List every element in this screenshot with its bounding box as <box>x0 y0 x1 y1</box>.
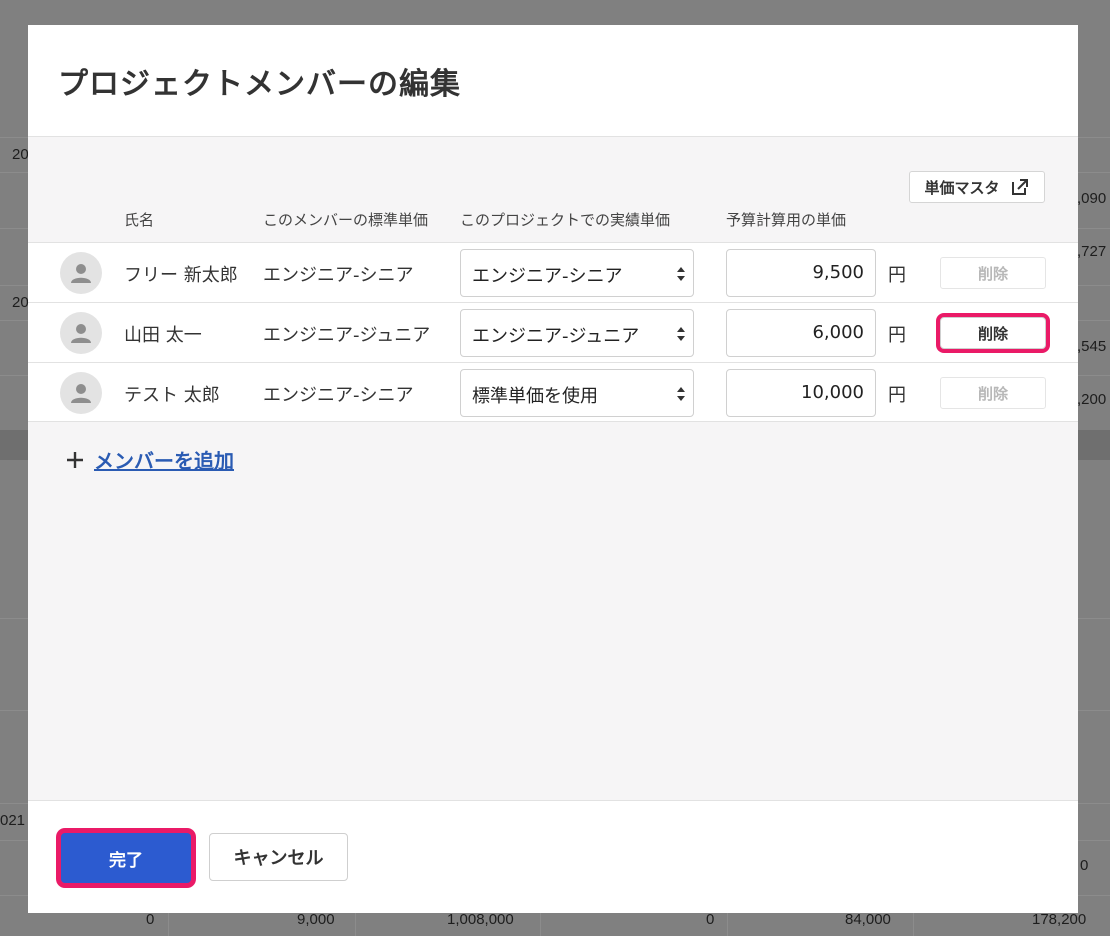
yen-unit: 円 <box>888 325 906 346</box>
sort-arrows-icon <box>677 327 685 341</box>
bg-text: 0 <box>146 911 155 928</box>
bg-text: 0 <box>1080 857 1089 874</box>
done-button[interactable]: 完了 <box>61 833 191 883</box>
add-member-label: メンバーを追加 <box>94 449 234 473</box>
members-table: フリー 新太郎 エンジニア-シニア エンジニア-シニア 9,500 円 削除 山… <box>28 242 1078 422</box>
dialog-title: プロジェクトメンバーの編集 <box>58 67 461 102</box>
rate-master-label: 単価マスタ <box>924 178 1000 197</box>
budget-rate-input[interactable]: 9,500 <box>726 249 876 297</box>
column-header-project-rate: このプロジェクトでの実績単価 <box>460 211 671 229</box>
bg-text: ,545 <box>1077 338 1107 355</box>
cancel-button[interactable]: キャンセル <box>209 833 348 881</box>
project-rate-select[interactable]: エンジニア-ジュニア <box>460 309 694 357</box>
plus-icon <box>67 451 83 468</box>
project-rate-select[interactable]: エンジニア-シニア <box>460 249 694 297</box>
project-rate-value: エンジニア-シニア <box>472 266 623 287</box>
bg-text: 20 <box>12 294 29 311</box>
project-rate-value: エンジニア-ジュニア <box>472 326 640 347</box>
member-name: フリー 新太郎 <box>124 265 238 286</box>
budget-rate-value: 10,000 <box>801 382 864 403</box>
bg-text: 20 <box>12 146 29 163</box>
sort-arrows-icon <box>677 267 685 281</box>
add-member-link[interactable]: メンバーを追加 <box>64 445 234 474</box>
member-row: フリー 新太郎 エンジニア-シニア エンジニア-シニア 9,500 円 削除 <box>28 242 1078 302</box>
member-standard-rate: エンジニア-シニア <box>263 385 414 406</box>
bg-text: 021 <box>0 812 26 829</box>
dialog-footer: 完了 キャンセル <box>28 800 1078 913</box>
yen-unit: 円 <box>888 385 906 406</box>
bg-text: 84,000 <box>845 911 891 928</box>
delete-button[interactable]: 削除 <box>940 257 1046 289</box>
bg-text: ,200 <box>1077 391 1107 408</box>
project-rate-select[interactable]: 標準単価を使用 <box>460 369 694 417</box>
bg-text: 9,000 <box>297 911 335 928</box>
rate-master-button[interactable]: 単価マスタ <box>909 171 1045 203</box>
avatar <box>60 252 102 294</box>
member-name: テスト 太郎 <box>124 385 220 406</box>
bg-text: ,727 <box>1077 243 1107 260</box>
bg-text: 0 <box>706 911 715 928</box>
external-link-icon <box>1011 179 1028 195</box>
member-standard-rate: エンジニア-シニア <box>263 265 414 286</box>
dialog-header: プロジェクトメンバーの編集 <box>28 25 1078 137</box>
column-header-standard-rate: このメンバーの標準単価 <box>263 211 429 229</box>
bg-text: ,090 <box>1077 190 1107 207</box>
budget-rate-input[interactable]: 6,000 <box>726 309 876 357</box>
budget-rate-value: 9,500 <box>812 262 864 283</box>
bg-text: 1,008,000 <box>447 911 514 928</box>
budget-rate-input[interactable]: 10,000 <box>726 369 876 417</box>
person-icon <box>71 264 91 283</box>
avatar <box>60 372 102 414</box>
column-header-budget-rate: 予算計算用の単価 <box>726 211 847 229</box>
member-name: 山田 太一 <box>124 325 202 346</box>
yen-unit: 円 <box>888 265 906 286</box>
delete-button[interactable]: 削除 <box>940 377 1046 409</box>
person-icon <box>71 384 91 403</box>
avatar <box>60 312 102 354</box>
member-row: 山田 太一 エンジニア-ジュニア エンジニア-ジュニア 6,000 円 削除 <box>28 302 1078 362</box>
sort-arrows-icon <box>677 387 685 401</box>
delete-button[interactable]: 削除 <box>940 317 1046 349</box>
member-standard-rate: エンジニア-ジュニア <box>263 325 431 346</box>
project-rate-value: 標準単価を使用 <box>472 386 598 407</box>
edit-members-dialog: プロジェクトメンバーの編集 単価マスタ 氏名 このメンバーの標準単価 このプロジ… <box>28 25 1078 913</box>
member-row: テスト 太郎 エンジニア-シニア 標準単価を使用 10,000 円 削除 <box>28 362 1078 422</box>
bg-text: 178,200 <box>1032 911 1087 928</box>
column-header-name: 氏名 <box>124 211 155 229</box>
budget-rate-value: 6,000 <box>812 322 864 343</box>
person-icon <box>71 324 91 343</box>
